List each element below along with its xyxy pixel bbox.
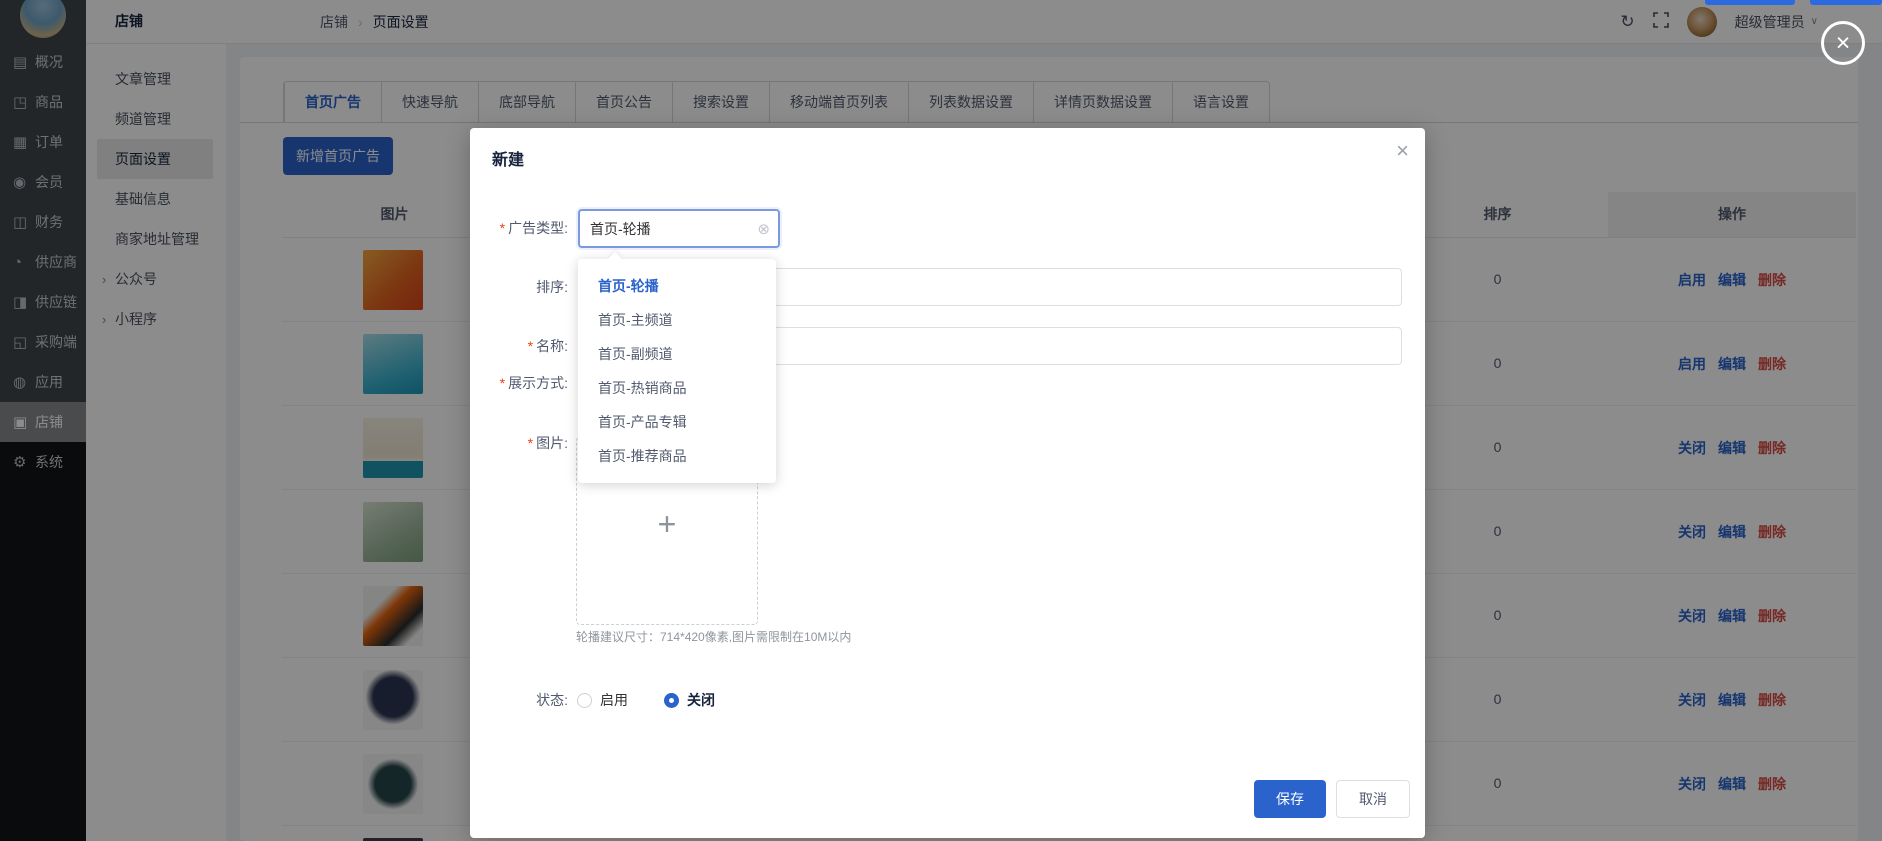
preview-close-button[interactable]: × xyxy=(1821,21,1865,65)
radio-disable[interactable] xyxy=(664,693,679,708)
new-ad-modal: 新建 × *广告类型: 首页-轮播 ⊗ 排序: *名称: *展示方式: *图片:… xyxy=(470,128,1425,838)
ad-type-select[interactable]: 首页-轮播 ⊗ xyxy=(578,209,780,248)
top-blue-bar-left xyxy=(1705,0,1795,5)
field-label-status: 状态: xyxy=(470,681,568,719)
dropdown-option[interactable]: 首页-推荐商品 xyxy=(578,439,776,473)
label-text: 展示方式: xyxy=(508,375,568,391)
upload-hint: 轮播建议尺寸：714*420像素,图片需限制在10M以内 xyxy=(576,628,851,645)
dropdown-option[interactable]: 首页-热销商品 xyxy=(578,371,776,405)
ad-type-value: 首页-轮播 xyxy=(580,219,757,239)
field-label-sort: 排序: xyxy=(470,268,568,306)
radio-enable[interactable] xyxy=(577,693,592,708)
label-text: 名称: xyxy=(536,338,568,354)
field-label-ad-type: *广告类型: xyxy=(470,209,568,247)
dropdown-option[interactable]: 首页-产品专辑 xyxy=(578,405,776,439)
label-text: 状态: xyxy=(536,692,568,708)
dropdown-option[interactable]: 首页-副频道 xyxy=(578,337,776,371)
ad-type-dropdown: 首页-轮播 首页-主频道 首页-副频道 首页-热销商品 首页-产品专辑 首页-推… xyxy=(578,259,776,483)
radio-enable-label[interactable]: 启用 xyxy=(600,690,628,710)
required-mark: * xyxy=(528,435,533,451)
required-mark: * xyxy=(500,220,505,236)
label-text: 图片: xyxy=(536,435,568,451)
cancel-button[interactable]: 取消 xyxy=(1336,780,1410,818)
modal-footer: 保存 取消 xyxy=(470,780,1425,818)
label-text: 广告类型: xyxy=(508,220,568,236)
dropdown-option[interactable]: 首页-主频道 xyxy=(578,303,776,337)
clear-icon[interactable]: ⊗ xyxy=(757,220,778,238)
screen: ▤ 概况 ◳ 商品 ▦ 订单 ◉ 会员 xyxy=(0,0,1882,841)
required-mark: * xyxy=(528,338,533,354)
required-mark: * xyxy=(500,375,505,391)
modal-close-icon[interactable]: × xyxy=(1396,140,1409,162)
save-button[interactable]: 保存 xyxy=(1254,780,1326,818)
close-icon: × xyxy=(1836,29,1851,58)
field-label-image: *图片: xyxy=(470,424,568,462)
field-label-name: *名称: xyxy=(470,327,568,365)
dropdown-option[interactable]: 首页-轮播 xyxy=(578,269,776,303)
modal-title: 新建 xyxy=(492,146,524,170)
plus-icon: + xyxy=(658,508,677,540)
top-blue-bar-right xyxy=(1810,0,1882,5)
status-radio-group: 启用 关闭 xyxy=(577,681,715,719)
label-text: 排序: xyxy=(536,279,568,295)
field-label-display-mode: *展示方式: xyxy=(470,364,568,402)
radio-disable-label[interactable]: 关闭 xyxy=(687,690,715,710)
